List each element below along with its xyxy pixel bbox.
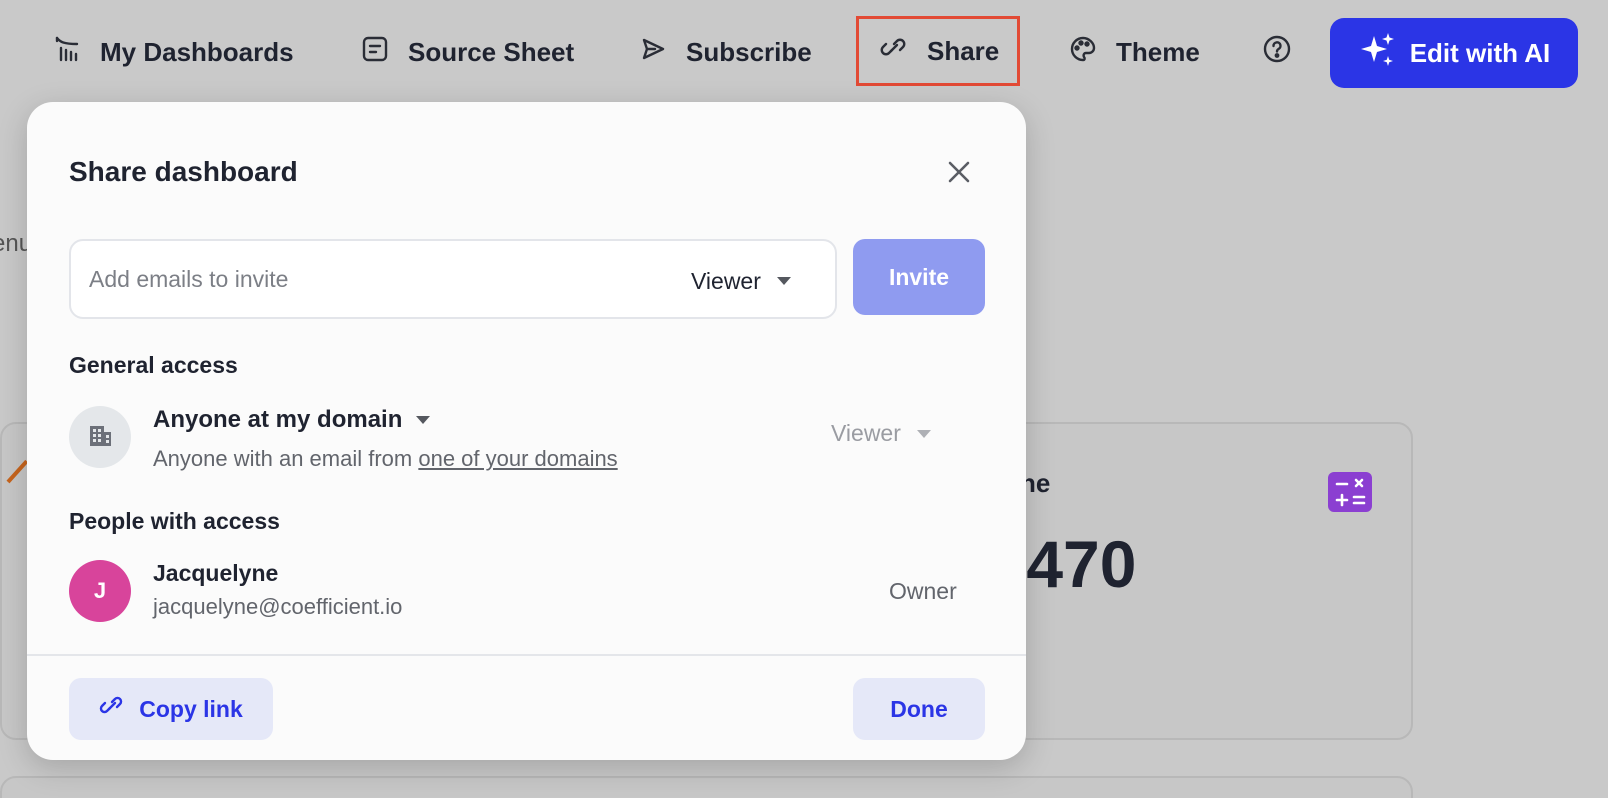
invite-role-label: Viewer	[691, 267, 761, 294]
people-with-access-heading: People with access	[69, 508, 280, 534]
share-button[interactable]: Share	[856, 16, 1020, 86]
send-icon	[638, 34, 668, 71]
help-icon	[1262, 34, 1292, 71]
dialog-title: Share dashboard	[69, 156, 298, 187]
sparkle-icon	[1358, 30, 1398, 77]
building-icon	[85, 420, 115, 455]
source-sheet-button[interactable]: Source Sheet	[360, 18, 574, 86]
general-access-dropdown[interactable]: Anyone at my domain	[153, 406, 431, 434]
done-button[interactable]: Done	[853, 678, 985, 740]
person-name: Jacquelyne	[153, 560, 279, 586]
background-card-lower	[0, 776, 1413, 798]
general-access-role-label: Viewer	[831, 420, 901, 446]
my-dashboards-label: My Dashboards	[100, 36, 294, 67]
dashboard-icon	[52, 34, 82, 71]
chevron-down-icon	[776, 277, 791, 285]
my-dashboards-button[interactable]: My Dashboards	[52, 18, 294, 86]
dialog-divider	[27, 654, 1026, 656]
background-card-value: ,470	[1008, 527, 1137, 601]
chevron-down-icon	[416, 416, 431, 424]
domains-link[interactable]: one of your domains	[418, 446, 617, 471]
link-icon	[99, 693, 125, 725]
person-email: jacquelyne@coefficient.io	[153, 594, 403, 619]
close-icon	[945, 158, 973, 191]
chevron-down-icon	[916, 429, 931, 438]
person-role: Owner	[889, 578, 957, 604]
link-icon	[879, 33, 909, 70]
theme-label: Theme	[1116, 36, 1200, 67]
share-dialog: Share dashboard Viewer Invite General ac…	[27, 102, 1026, 760]
calculator-icon	[1328, 472, 1372, 512]
copy-link-label: Copy link	[139, 695, 243, 722]
general-access-heading: General access	[69, 352, 238, 378]
share-label: Share	[927, 35, 1000, 66]
invite-role-dropdown[interactable]: Viewer	[691, 261, 791, 301]
invite-button[interactable]: Invite	[853, 239, 985, 315]
avatar: J	[69, 560, 131, 622]
invite-field-container: Viewer	[69, 239, 837, 319]
subscribe-label: Subscribe	[686, 36, 812, 67]
palette-icon	[1068, 34, 1098, 71]
edit-with-ai-label: Edit with AI	[1409, 37, 1551, 68]
general-access-description: Anyone with an email from one of your do…	[153, 446, 618, 472]
close-button[interactable]	[939, 154, 979, 194]
domain-avatar	[69, 406, 131, 468]
email-invite-input[interactable]	[89, 259, 649, 299]
general-access-role-dropdown[interactable]: Viewer	[831, 420, 931, 447]
theme-button[interactable]: Theme	[1068, 18, 1200, 86]
general-access-desc-text: Anyone with an email from	[153, 446, 419, 471]
sheet-icon	[360, 34, 390, 71]
help-button[interactable]	[1258, 18, 1296, 86]
top-nav: My Dashboards Source Sheet Subscribe Sha…	[0, 0, 1608, 104]
subscribe-button[interactable]: Subscribe	[638, 18, 812, 86]
source-sheet-label: Source Sheet	[408, 36, 575, 67]
copy-link-button[interactable]: Copy link	[69, 678, 273, 740]
edit-with-ai-button[interactable]: Edit with AI	[1330, 18, 1578, 88]
general-access-option: Anyone at my domain	[153, 406, 403, 433]
